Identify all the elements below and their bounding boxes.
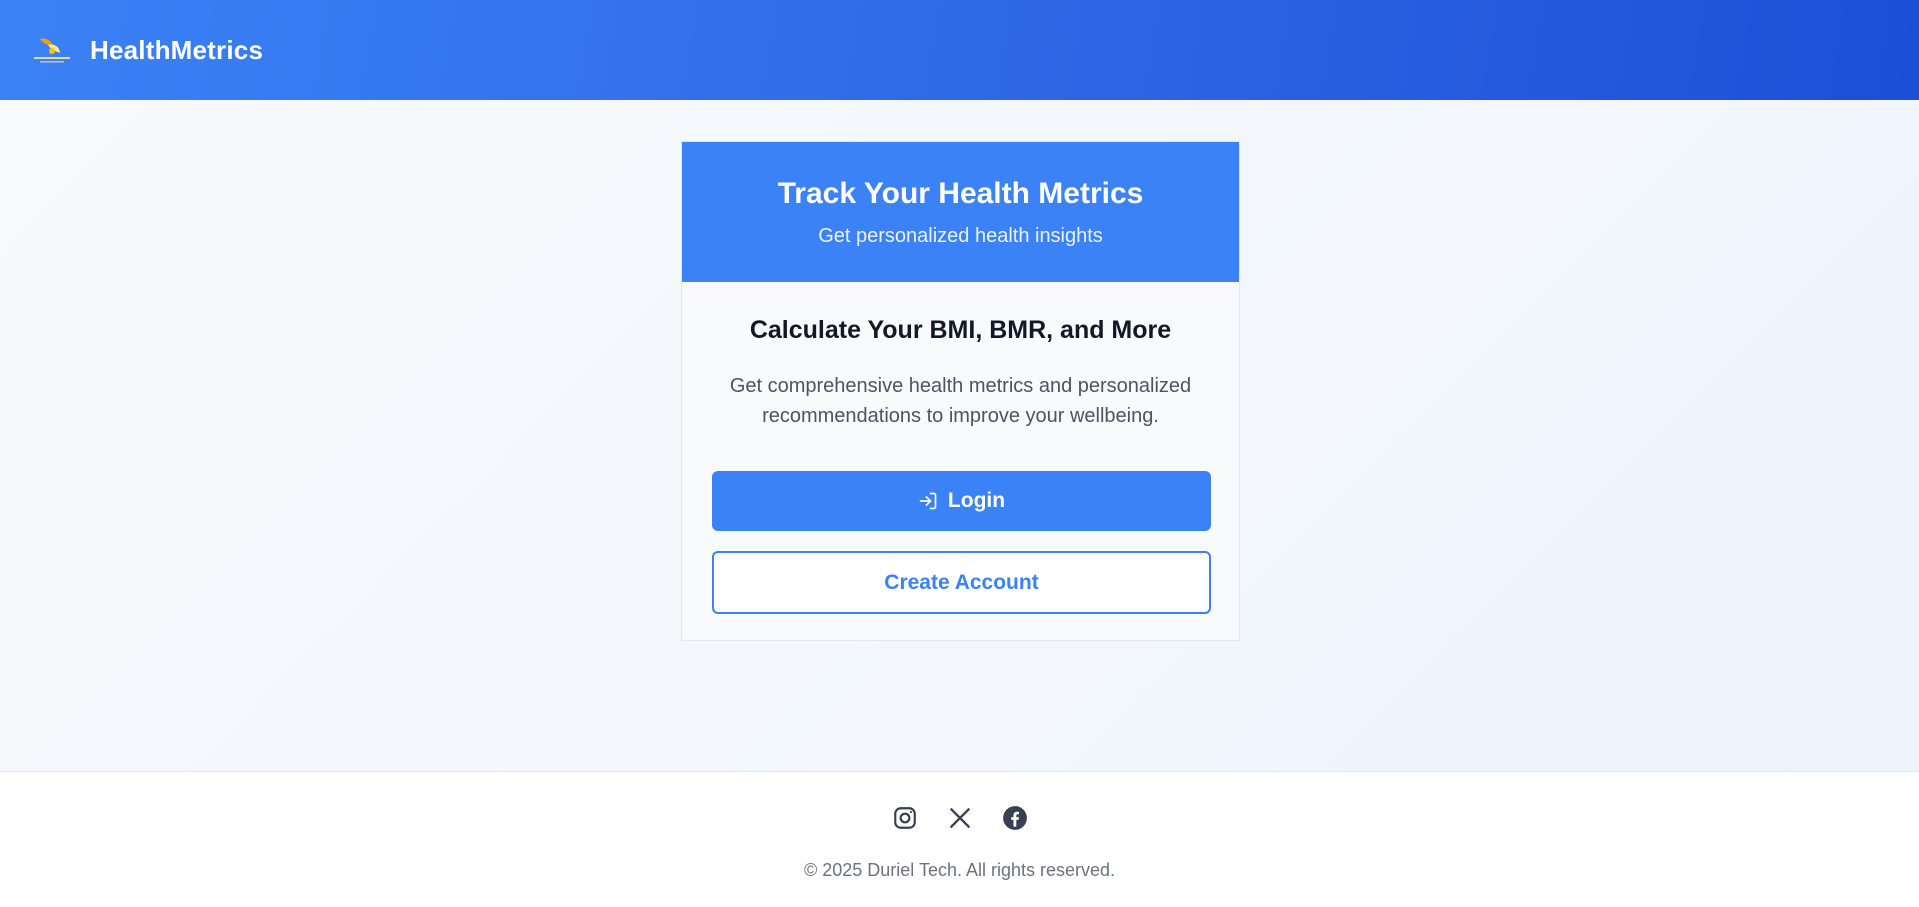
login-icon [918, 491, 938, 511]
create-account-button[interactable]: Create Account [712, 551, 1211, 614]
social-links [0, 804, 1919, 832]
duriel-tech-logo-icon[interactable] [30, 33, 74, 67]
footer: © 2025 Duriel Tech. All rights reserved. [0, 771, 1919, 907]
main-content: Track Your Health Metrics Get personaliz… [0, 100, 1919, 771]
card-heading: Calculate Your BMI, BMR, and More [749, 316, 1172, 344]
card-subtitle: Get personalized health insights [818, 224, 1103, 247]
x-icon[interactable] [946, 804, 974, 832]
welcome-card: Track Your Health Metrics Get personaliz… [681, 141, 1240, 641]
brand-title[interactable]: HealthMetrics [90, 35, 263, 66]
login-label: Login [947, 489, 1006, 512]
copyright-text: © 2025 Duriel Tech. All rights reserved. [803, 860, 1116, 880]
facebook-icon[interactable] [1001, 804, 1029, 832]
top-navbar: HealthMetrics [0, 0, 1919, 100]
card-title: Track Your Health Metrics [777, 176, 1144, 210]
card-description: Get comprehensive health metrics and per… [729, 375, 1192, 427]
instagram-icon[interactable] [891, 804, 919, 832]
card-header: Track Your Health Metrics Get personaliz… [682, 142, 1239, 282]
card-body: Calculate Your BMI, BMR, and More Get co… [682, 316, 1239, 614]
create-account-label: Create Account [884, 570, 1039, 594]
login-button[interactable]: Login [712, 471, 1211, 531]
